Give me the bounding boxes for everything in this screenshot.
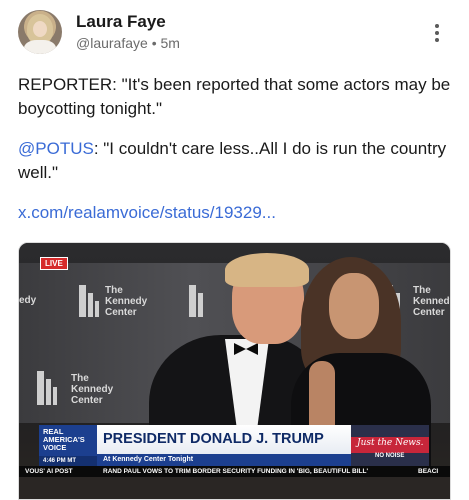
post-text-quote: REPORTER: "It's been reported that some …: [18, 75, 451, 118]
chyron-headline: PRESIDENT DONALD J. TRUMP: [97, 425, 351, 454]
ticker-left: VOUS' AI POST: [25, 468, 73, 475]
ticker-right: BEACI: [418, 468, 439, 475]
video-media[interactable]: edy The Kennedy Center The Kenned Center…: [18, 242, 451, 500]
kennedy-logo-text-1: The Kennedy Center: [105, 285, 148, 318]
person-left-hair: [225, 253, 309, 287]
live-badge: LIVE: [40, 257, 68, 270]
avatar-face: [33, 21, 47, 37]
news-ticker: VOUS' AI POST RAND PAUL VOWS TO TRIM BOR…: [19, 466, 450, 477]
post-card: Laura Faye @laurafaye • 5m REPORTER: "It…: [0, 0, 469, 500]
post-text-reply: @POTUS: "I couldn't care less..All I do …: [18, 137, 458, 185]
person-right-face: [329, 273, 379, 339]
video-frame: edy The Kennedy Center The Kenned Center…: [19, 243, 450, 499]
more-options-icon[interactable]: [432, 24, 442, 44]
brand-logo: Just the News. NO NOISE: [351, 425, 429, 466]
mention-link[interactable]: @POTUS: [18, 139, 94, 158]
author-handle[interactable]: @laurafaye: [76, 35, 148, 51]
post-time[interactable]: 5m: [161, 35, 180, 51]
backdrop-logo-edge: edy: [19, 295, 36, 306]
author-meta: @laurafaye • 5m: [76, 35, 180, 51]
kennedy-logo-text-4: The Kennedy Center: [413, 285, 450, 318]
avatar-body: [24, 40, 56, 54]
chyron-subhead: At Kennedy Center Tonight: [97, 454, 351, 466]
author-avatar[interactable]: [18, 10, 62, 54]
video-bottom-strip: [19, 477, 450, 499]
network-time: 4:46 PM MT: [39, 456, 97, 466]
post-link[interactable]: x.com/realamvoice/status/19329...: [18, 203, 276, 223]
ticker-main: RAND PAUL VOWS TO TRIM BORDER SECURITY F…: [103, 468, 369, 475]
news-chyron: REAL AMERICA'S VOICE 4:46 PM MT PRESIDEN…: [19, 425, 450, 499]
edge-logo-text: edy: [19, 295, 37, 306]
brand-title: Just the News.: [357, 438, 424, 448]
brand-tagline: NO NOISE: [375, 453, 405, 459]
meta-separator: •: [151, 35, 157, 51]
author-name[interactable]: Laura Faye: [76, 12, 166, 32]
kennedy-logo-text-5: The Kennedy Center: [71, 373, 114, 406]
